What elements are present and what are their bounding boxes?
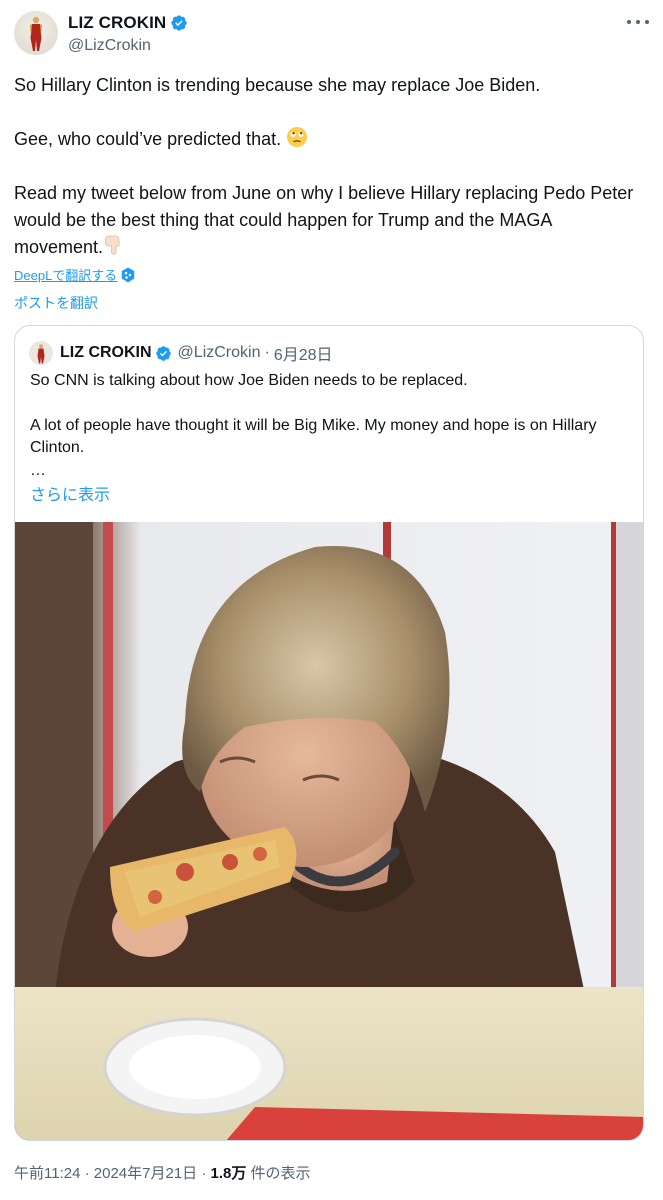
tweet-line-2: Gee, who could’ve predicted that. bbox=[14, 126, 644, 153]
footer-separator-1: · bbox=[80, 1165, 94, 1182]
quoted-line-2: A lot of people have thought it will be … bbox=[30, 416, 597, 457]
deepl-logo-icon bbox=[122, 267, 135, 282]
quoted-line-1: So CNN is talking about how Joe Biden ne… bbox=[30, 372, 468, 389]
tweet: LIZ CROKIN @LizCrokin So Hillary Clinton… bbox=[0, 0, 663, 1200]
author-handle[interactable]: @LizCrokin bbox=[68, 37, 151, 55]
footer-separator-2: · bbox=[197, 1165, 211, 1182]
tweet-text: So Hillary Clinton is trending because s… bbox=[14, 72, 644, 261]
author-name-line: LIZ CROKIN bbox=[68, 12, 188, 34]
quoted-tweet[interactable]: LIZ CROKIN @LizCrokin · 6月28日 So CNN is … bbox=[14, 325, 644, 1141]
author-display-name[interactable]: LIZ CROKIN bbox=[68, 13, 166, 33]
tweet-line-3: Read my tweet below from June on why I b… bbox=[14, 180, 644, 261]
show-more-link[interactable]: さらに表示 bbox=[30, 481, 110, 505]
tweet-header: LIZ CROKIN @LizCrokin bbox=[14, 11, 649, 57]
quoted-ellipsis: … bbox=[30, 461, 46, 479]
tweet-footer: 午前11:24 · 2024年7月21日 · 1.8万 件の表示 bbox=[14, 1162, 311, 1183]
quoted-avatar bbox=[29, 341, 53, 365]
more-options-icon[interactable] bbox=[627, 15, 649, 29]
face-with-rolling-eyes-icon bbox=[287, 127, 308, 147]
view-count-label: 件の表示 bbox=[246, 1165, 311, 1182]
deepl-translate-link[interactable]: DeepLで翻訳する bbox=[14, 265, 135, 284]
quoted-avatar-figure bbox=[37, 344, 45, 364]
quoted-tweet-header: LIZ CROKIN @LizCrokin · 6月28日 bbox=[29, 340, 333, 366]
tweet-line-2-text: Gee, who could’ve predicted that. bbox=[14, 129, 287, 149]
avatar-figure bbox=[30, 16, 42, 51]
tweet-line-1: So Hillary Clinton is trending because s… bbox=[14, 75, 541, 95]
quoted-tweet-image[interactable] bbox=[15, 522, 644, 1141]
post-date[interactable]: 2024年7月21日 bbox=[94, 1165, 197, 1182]
avatar[interactable] bbox=[14, 11, 58, 55]
translate-post-link[interactable]: ポストを翻訳 bbox=[14, 293, 98, 313]
backhand-index-pointing-down-icon bbox=[105, 235, 120, 255]
view-count: 1.8万 bbox=[210, 1165, 247, 1182]
deepl-translate-label[interactable]: DeepLで翻訳する bbox=[14, 265, 117, 284]
quoted-verified-badge-icon bbox=[155, 345, 171, 361]
quoted-date: 6月28日 bbox=[273, 347, 333, 364]
quoted-separator: · bbox=[264, 344, 270, 361]
quoted-handle: @LizCrokin bbox=[177, 344, 261, 361]
post-time[interactable]: 午前11:24 bbox=[14, 1165, 80, 1182]
verified-badge-icon[interactable] bbox=[170, 14, 188, 32]
quoted-text: So CNN is talking about how Joe Biden ne… bbox=[30, 370, 630, 482]
quoted-display-name: LIZ CROKIN bbox=[60, 344, 152, 361]
